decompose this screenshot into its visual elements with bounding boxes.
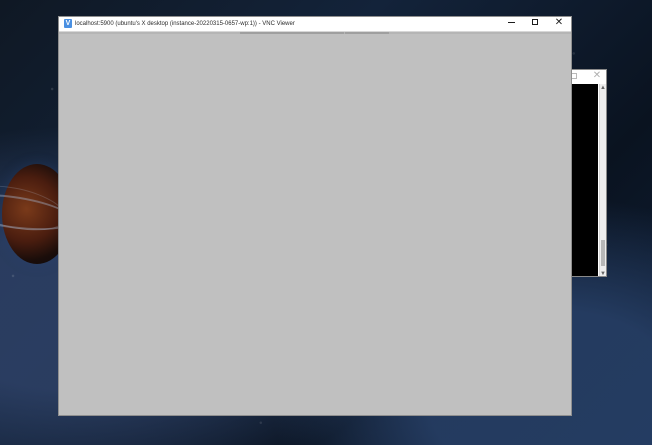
window-controls: ✕ — [499, 17, 571, 31]
maximize-icon — [532, 19, 538, 26]
vnc-viewer-window[interactable]: V localhost:5900 (ubuntu's X desktop (in… — [58, 16, 572, 416]
background-close-icon[interactable]: ✕ — [592, 70, 602, 82]
chevron-up-icon[interactable]: ▲ — [600, 84, 606, 92]
chevron-down-icon[interactable]: ▼ — [600, 270, 606, 276]
maximize-button[interactable] — [523, 17, 547, 31]
background-terminal-area[interactable] — [571, 84, 598, 276]
remote-top-indicator-right — [345, 32, 389, 34]
minimize-button[interactable] — [499, 17, 523, 31]
background-scrollbar[interactable]: ▲ ▼ — [599, 84, 606, 276]
remote-top-indicator-left — [240, 32, 344, 34]
desktop: ✕ ▲ ▼ V localhost:5900 (ubuntu's X deskt… — [0, 0, 652, 445]
close-icon: ✕ — [554, 17, 564, 28]
vnc-viewer-icon: V — [64, 19, 72, 28]
scrollbar-thumb[interactable] — [601, 240, 605, 266]
window-title: localhost:5900 (ubuntu's X desktop (inst… — [75, 21, 295, 27]
minimize-icon — [507, 21, 515, 23]
remote-desktop-viewport[interactable] — [59, 32, 571, 415]
window-titlebar[interactable]: V localhost:5900 (ubuntu's X desktop (in… — [59, 17, 571, 32]
close-button[interactable]: ✕ — [547, 17, 571, 31]
